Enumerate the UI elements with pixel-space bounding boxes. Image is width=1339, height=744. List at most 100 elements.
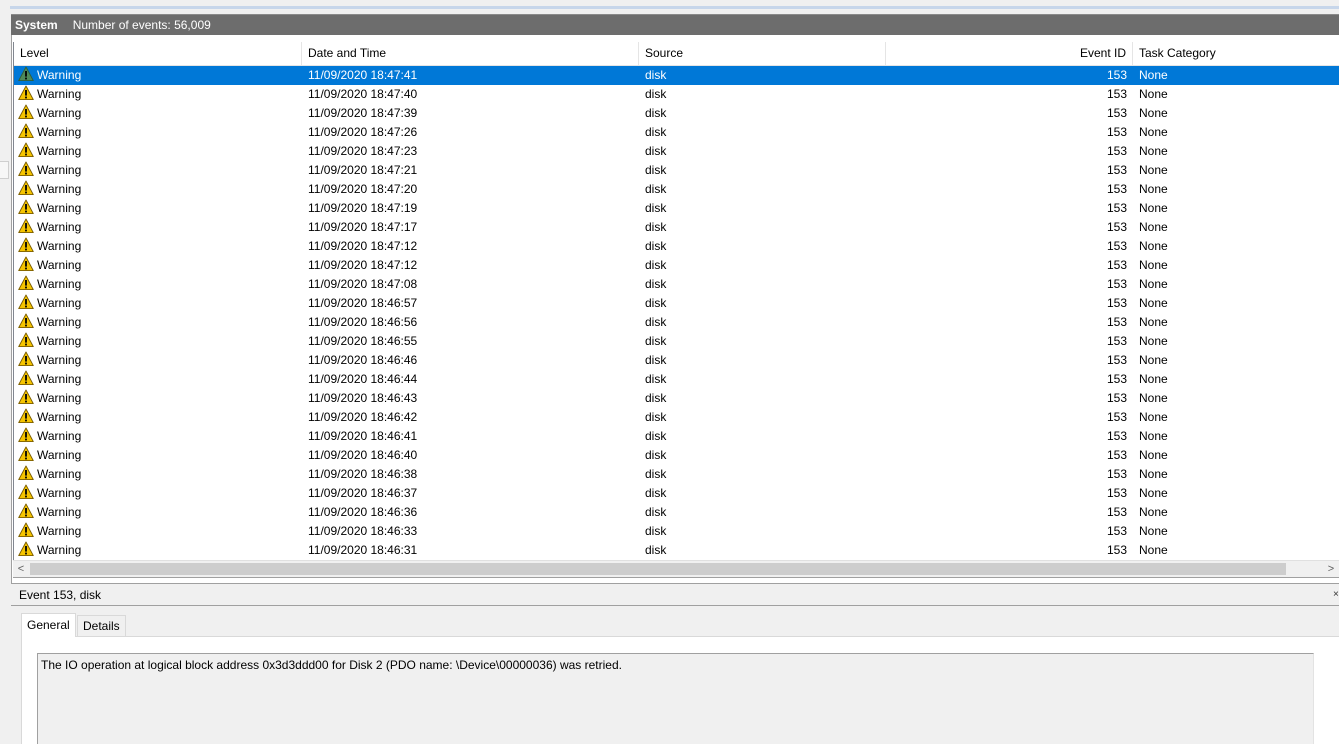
level-text: Warning <box>37 543 82 557</box>
table-row[interactable]: Warning 11/09/2020 18:46:43 disk 153 None <box>14 389 1339 408</box>
warning-icon <box>18 351 34 367</box>
scrollbar-thumb[interactable] <box>30 563 1286 575</box>
cell-source: disk <box>645 334 667 348</box>
cell-level: Warning <box>18 503 298 522</box>
cell-source: disk <box>645 68 667 82</box>
splitter-handle[interactable] <box>0 161 9 179</box>
level-text: Warning <box>37 410 82 424</box>
table-row[interactable]: Warning 11/09/2020 18:47:41 disk 153 None <box>14 66 1339 85</box>
cell-source: disk <box>645 87 667 101</box>
cell-source: disk <box>645 543 667 557</box>
cell-task-category: None <box>1139 410 1168 424</box>
event-description[interactable]: The IO operation at logical block addres… <box>37 653 1314 744</box>
events-list[interactable]: Level Date and Time Source Event ID Task… <box>13 42 1339 560</box>
table-row[interactable]: Warning 11/09/2020 18:47:39 disk 153 None <box>14 104 1339 123</box>
table-row[interactable]: Warning 11/09/2020 18:46:38 disk 153 None <box>14 465 1339 484</box>
warning-icon <box>18 484 34 500</box>
cell-event-id: 153 <box>1106 486 1127 500</box>
cell-source: disk <box>645 182 667 196</box>
scroll-left-button[interactable]: < <box>13 561 29 577</box>
cell-level: Warning <box>18 408 298 427</box>
level-text: Warning <box>37 486 82 500</box>
cell-date-time: 11/09/2020 18:46:31 <box>308 543 418 557</box>
cell-task-category: None <box>1139 429 1168 443</box>
column-header-event-id[interactable]: Event ID <box>886 42 1133 65</box>
level-text: Warning <box>37 505 82 519</box>
cell-date-time: 11/09/2020 18:47:21 <box>308 163 418 177</box>
cell-source: disk <box>645 163 667 177</box>
cell-task-category: None <box>1139 315 1168 329</box>
column-header-task-category[interactable]: Task Category <box>1133 42 1339 65</box>
table-row[interactable]: Warning 11/09/2020 18:47:12 disk 153 None <box>14 256 1339 275</box>
cell-task-category: None <box>1139 125 1168 139</box>
level-text: Warning <box>37 277 82 291</box>
column-header-level[interactable]: Level <box>14 42 302 65</box>
cell-date-time: 11/09/2020 18:47:12 <box>308 239 418 253</box>
level-text: Warning <box>37 220 82 234</box>
table-row[interactable]: Warning 11/09/2020 18:46:46 disk 153 None <box>14 351 1339 370</box>
table-row[interactable]: Warning 11/09/2020 18:46:36 disk 153 None <box>14 503 1339 522</box>
table-row[interactable]: Warning 11/09/2020 18:46:42 disk 153 None <box>14 408 1339 427</box>
general-tab-panel: The IO operation at logical block addres… <box>21 636 1339 744</box>
level-text: Warning <box>37 467 82 481</box>
cell-source: disk <box>645 505 667 519</box>
cell-event-id: 153 <box>1106 391 1127 405</box>
table-row[interactable]: Warning 11/09/2020 18:47:17 disk 153 None <box>14 218 1339 237</box>
cell-level: Warning <box>18 294 298 313</box>
table-row[interactable]: Warning 11/09/2020 18:46:55 disk 153 None <box>14 332 1339 351</box>
cell-source: disk <box>645 106 667 120</box>
warning-icon <box>18 199 34 215</box>
table-row[interactable]: Warning 11/09/2020 18:47:08 disk 153 None <box>14 275 1339 294</box>
cell-date-time: 11/09/2020 18:47:40 <box>308 87 418 101</box>
cell-task-category: None <box>1139 524 1168 538</box>
cell-level: Warning <box>18 104 298 123</box>
table-row[interactable]: Warning 11/09/2020 18:47:23 disk 153 None <box>14 142 1339 161</box>
level-text: Warning <box>37 201 82 215</box>
cell-level: Warning <box>18 66 298 85</box>
table-row[interactable]: Warning 11/09/2020 18:47:20 disk 153 None <box>14 180 1339 199</box>
level-text: Warning <box>37 106 82 120</box>
cell-task-category: None <box>1139 163 1168 177</box>
cell-level: Warning <box>18 484 298 503</box>
cell-source: disk <box>645 410 667 424</box>
table-row[interactable]: Warning 11/09/2020 18:46:40 disk 153 None <box>14 446 1339 465</box>
table-row[interactable]: Warning 11/09/2020 18:46:57 disk 153 None <box>14 294 1339 313</box>
cell-task-category: None <box>1139 87 1168 101</box>
top-strip <box>0 0 1339 15</box>
tab-details[interactable]: Details <box>77 615 126 636</box>
warning-icon <box>18 180 34 196</box>
cell-level: Warning <box>18 180 298 199</box>
scroll-right-button[interactable]: > <box>1323 561 1339 577</box>
column-header-date-time[interactable]: Date and Time <box>302 42 639 65</box>
level-text: Warning <box>37 391 82 405</box>
table-row[interactable]: Warning 11/09/2020 18:46:56 disk 153 None <box>14 313 1339 332</box>
table-row[interactable]: Warning 11/09/2020 18:46:41 disk 153 None <box>14 427 1339 446</box>
table-row[interactable]: Warning 11/09/2020 18:46:37 disk 153 None <box>14 484 1339 503</box>
cell-level: Warning <box>18 161 298 180</box>
table-row[interactable]: Warning 11/09/2020 18:47:40 disk 153 None <box>14 85 1339 104</box>
table-row[interactable]: Warning 11/09/2020 18:47:12 disk 153 None <box>14 237 1339 256</box>
close-icon[interactable]: × <box>1333 584 1339 606</box>
warning-icon <box>18 332 34 348</box>
cell-event-id: 153 <box>1106 372 1127 386</box>
cell-date-time: 11/09/2020 18:46:38 <box>308 467 418 481</box>
table-row[interactable]: Warning 11/09/2020 18:46:44 disk 153 None <box>14 370 1339 389</box>
table-row[interactable]: Warning 11/09/2020 18:46:31 disk 153 None <box>14 541 1339 560</box>
cell-date-time: 11/09/2020 18:46:56 <box>308 315 418 329</box>
cell-date-time: 11/09/2020 18:46:41 <box>308 429 418 443</box>
table-row[interactable]: Warning 11/09/2020 18:47:26 disk 153 None <box>14 123 1339 142</box>
cell-source: disk <box>645 467 667 481</box>
column-header-source[interactable]: Source <box>639 42 886 65</box>
cell-task-category: None <box>1139 277 1168 291</box>
cell-source: disk <box>645 277 667 291</box>
cell-event-id: 153 <box>1106 106 1127 120</box>
table-row[interactable]: Warning 11/09/2020 18:47:21 disk 153 None <box>14 161 1339 180</box>
level-text: Warning <box>37 372 82 386</box>
horizontal-scrollbar[interactable]: < > <box>13 560 1339 578</box>
cell-task-category: None <box>1139 505 1168 519</box>
warning-icon <box>18 123 34 139</box>
table-row[interactable]: Warning 11/09/2020 18:47:19 disk 153 None <box>14 199 1339 218</box>
table-row[interactable]: Warning 11/09/2020 18:46:33 disk 153 None <box>14 522 1339 541</box>
cell-event-id: 153 <box>1106 220 1127 234</box>
tab-general[interactable]: General <box>21 613 76 637</box>
